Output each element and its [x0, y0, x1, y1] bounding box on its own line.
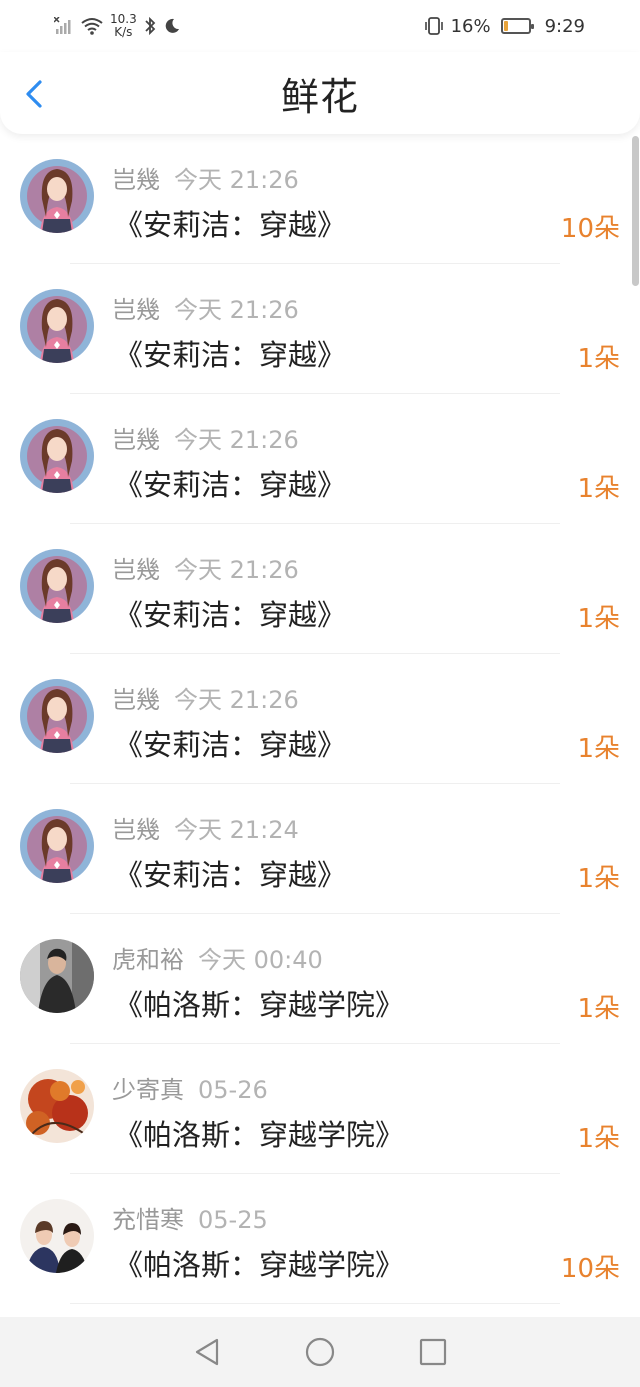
- book-title[interactable]: 《安莉洁：穿越》: [114, 202, 346, 244]
- flower-record-row[interactable]: 岂幾 今天 21:26 《安莉洁：穿越》 10朵: [0, 134, 640, 264]
- book-title[interactable]: 《安莉洁：穿越》: [114, 592, 346, 634]
- row-divider: [70, 1303, 560, 1304]
- flower-record-row[interactable]: 虎和裕 今天 00:40 《帕洛斯：穿越学院》 1朵: [0, 914, 640, 1044]
- chevron-left-icon: [26, 80, 42, 108]
- square-recents-icon: [420, 1338, 447, 1366]
- flower-count: 1朵: [577, 994, 620, 1024]
- book-title[interactable]: 《安莉洁：穿越》: [114, 462, 346, 504]
- flower-record-row[interactable]: 岂幾 今天 21:26 《安莉洁：穿越》 1朵: [0, 394, 640, 524]
- username[interactable]: 充惜寒: [112, 1206, 184, 1234]
- timestamp: 05-26: [198, 1076, 268, 1104]
- username[interactable]: 岂幾: [112, 686, 160, 714]
- battery-fill: [503, 21, 508, 31]
- book-title[interactable]: 《帕洛斯：穿越学院》: [114, 982, 404, 1024]
- nav-home-button[interactable]: [303, 1335, 337, 1369]
- network-speed: 10.3 K/s: [110, 13, 137, 39]
- flower-record-row[interactable]: 岂幾 今天 21:26 《安莉洁：穿越》 1朵: [0, 524, 640, 654]
- clock: 9:29: [544, 15, 585, 37]
- flower-count: 10朵: [560, 1254, 620, 1284]
- book-title[interactable]: 《安莉洁：穿越》: [114, 332, 346, 374]
- username[interactable]: 岂幾: [112, 166, 160, 194]
- timestamp: 今天 00:40: [198, 946, 323, 974]
- scrollbar[interactable]: [632, 136, 639, 286]
- flower-record-row[interactable]: 岂幾 今天 21:26 《安莉洁：穿越》 1朵: [0, 264, 640, 394]
- user-avatar[interactable]: [20, 1069, 94, 1143]
- username[interactable]: 岂幾: [112, 426, 160, 454]
- timestamp: 今天 21:26: [174, 686, 299, 714]
- username[interactable]: 岂幾: [112, 816, 160, 844]
- username[interactable]: 虎和裕: [112, 946, 184, 974]
- username[interactable]: 少寄真: [112, 1076, 184, 1104]
- record-meta: 岂幾 今天 21:26: [112, 550, 299, 585]
- network-speed-unit: K/s: [114, 25, 133, 39]
- username[interactable]: 岂幾: [112, 296, 160, 324]
- timestamp: 今天 21:26: [174, 296, 299, 324]
- flower-count: 1朵: [577, 1124, 620, 1154]
- header: 鲜花: [0, 52, 640, 134]
- flower-record-row[interactable]: 充惜寒 05-25 《帕洛斯：穿越学院》 10朵: [0, 1174, 640, 1304]
- record-meta: 岂幾 今天 21:26: [112, 420, 299, 455]
- user-avatar[interactable]: [20, 159, 94, 233]
- status-right: 16% 9:29: [423, 16, 585, 37]
- flower-count: 1朵: [577, 734, 620, 764]
- flower-count: 1朵: [577, 474, 620, 504]
- flower-record-list: 岂幾 今天 21:26 《安莉洁：穿越》 10朵 岂幾 今天 21:26 《安莉洁：穿越》 1…: [0, 134, 640, 1317]
- book-title[interactable]: 《安莉洁：穿越》: [114, 722, 346, 764]
- status-bar: 10.3 K/s 16% 9:29: [0, 0, 640, 52]
- circle-home-icon: [305, 1337, 335, 1367]
- timestamp: 05-25: [198, 1206, 268, 1234]
- record-meta: 虎和裕 今天 00:40: [112, 940, 323, 975]
- record-meta: 少寄真 05-26: [112, 1070, 268, 1105]
- user-avatar[interactable]: [20, 809, 94, 883]
- book-title[interactable]: 《安莉洁：穿越》: [114, 852, 346, 894]
- flower-record-row[interactable]: 少寄真 05-26 《帕洛斯：穿越学院》 1朵: [0, 1044, 640, 1174]
- user-avatar[interactable]: [20, 1199, 94, 1273]
- timestamp: 今天 21:26: [174, 556, 299, 584]
- flower-count: 1朵: [577, 344, 620, 374]
- system-nav-bar: [0, 1317, 640, 1387]
- bluetooth-icon: [145, 16, 155, 36]
- nav-back-button[interactable]: [190, 1335, 224, 1369]
- record-meta: 充惜寒 05-25: [112, 1200, 268, 1235]
- signal-off-icon: [54, 17, 71, 34]
- vibrate-icon: [424, 17, 443, 35]
- username[interactable]: 岂幾: [112, 556, 160, 584]
- battery-percent: 16%: [450, 15, 491, 37]
- flower-count: 1朵: [577, 864, 620, 894]
- user-avatar[interactable]: [20, 549, 94, 623]
- book-title[interactable]: 《帕洛斯：穿越学院》: [114, 1242, 404, 1284]
- screen: 10.3 K/s 16% 9:29 鲜花 岂幾 今天 21:26 《安莉洁：穿越…: [0, 0, 640, 1387]
- flower-count: 10朵: [560, 214, 620, 244]
- moon-icon: [165, 18, 179, 33]
- record-meta: 岂幾 今天 21:26: [112, 290, 299, 325]
- back-button[interactable]: [16, 74, 52, 114]
- timestamp: 今天 21:24: [174, 816, 299, 844]
- battery-icon: [500, 18, 534, 34]
- book-title[interactable]: 《帕洛斯：穿越学院》: [114, 1112, 404, 1154]
- flower-record-row[interactable]: 岂幾 今天 21:26 《安莉洁：穿越》 1朵: [0, 654, 640, 784]
- flower-count: 1朵: [577, 604, 620, 634]
- wifi-icon: [81, 18, 103, 35]
- nav-recents-button[interactable]: [416, 1335, 450, 1369]
- flower-record-row[interactable]: 岂幾 今天 21:24 《安莉洁：穿越》 1朵: [0, 784, 640, 914]
- user-avatar[interactable]: [20, 679, 94, 753]
- user-avatar[interactable]: [20, 419, 94, 493]
- timestamp: 今天 21:26: [174, 426, 299, 454]
- status-left: 10.3 K/s: [54, 13, 181, 39]
- timestamp: 今天 21:26: [174, 166, 299, 194]
- user-avatar[interactable]: [20, 939, 94, 1013]
- page-title: 鲜花: [280, 74, 359, 119]
- record-meta: 岂幾 今天 21:24: [112, 810, 299, 845]
- record-meta: 岂幾 今天 21:26: [112, 160, 299, 195]
- record-meta: 岂幾 今天 21:26: [112, 680, 299, 715]
- user-avatar[interactable]: [20, 289, 94, 363]
- triangle-back-icon: [195, 1338, 218, 1366]
